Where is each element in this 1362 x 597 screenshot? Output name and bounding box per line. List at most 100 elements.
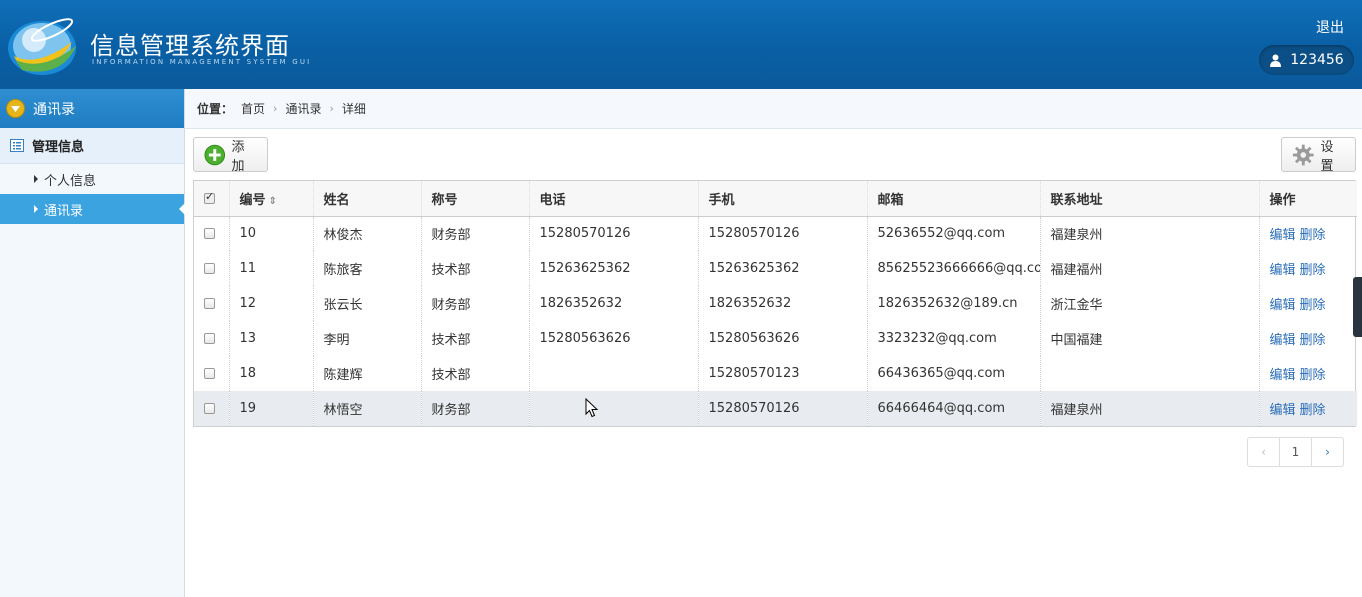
cell-mobile: 15280570126 <box>697 391 867 426</box>
cell-title: 技术部 <box>420 251 529 286</box>
delete-link[interactable]: 删除 <box>1300 403 1326 418</box>
table-row[interactable]: 18 陈建辉 技术部 15280570123 66436365@qq.com 编… <box>194 356 1357 391</box>
cell-phone: 15280563626 <box>528 321 698 356</box>
plus-circle-icon <box>204 144 226 165</box>
mouse-cursor-icon <box>585 398 599 418</box>
table-row[interactable]: 12 张云长 财务部 1826352632 1826352632 1826352… <box>194 286 1357 321</box>
cell-actions: 编辑 删除 <box>1258 356 1357 391</box>
settings-button[interactable]: 设置 <box>1281 137 1356 174</box>
delete-link[interactable]: 删除 <box>1300 298 1326 313</box>
edit-link[interactable]: 编辑 <box>1270 298 1296 313</box>
contacts-table: 编号⇕ 姓名 称号 电话 手机 邮箱 联系地址 操作 10 林俊杰 财务部 15… <box>193 180 1357 427</box>
cell-phone <box>528 356 698 391</box>
cell-email: 3323232@qq.com <box>866 321 1040 356</box>
cell-name: 陈旅客 <box>312 251 421 286</box>
cell-address: 浙江金华 <box>1039 286 1259 321</box>
page-number[interactable]: 1 <box>1279 438 1311 466</box>
cell-id: 10 <box>228 216 313 251</box>
gear-icon <box>1292 144 1314 165</box>
cell-id: 19 <box>228 391 313 426</box>
table-header-row: 编号⇕ 姓名 称号 电话 手机 邮箱 联系地址 操作 <box>194 181 1357 217</box>
select-all-cell[interactable] <box>194 181 229 217</box>
cell-name: 张云长 <box>312 286 421 321</box>
chevron-left-icon[interactable]: ‹ <box>1248 438 1279 466</box>
breadcrumb-contacts[interactable]: 通讯录 <box>285 100 321 117</box>
row-checkbox[interactable] <box>204 403 215 414</box>
list-icon <box>10 139 24 152</box>
sidebar-group[interactable]: 管理信息 <box>0 128 184 164</box>
column-header-phone: 电话 <box>528 181 698 217</box>
cell-mobile: 15280563626 <box>697 321 867 356</box>
column-header-name: 姓名 <box>312 181 421 217</box>
sidebar-item-contacts[interactable]: 通讯录 <box>0 194 185 224</box>
breadcrumb-home[interactable]: 首页 <box>241 100 265 117</box>
breadcrumb: 位置： 首页 › 通讯录 › 详细 <box>185 89 1362 129</box>
chevron-right-icon[interactable]: › <box>1311 438 1343 466</box>
table-row[interactable]: 19 林悟空 财务部 15280570126 66466464@qq.com 福… <box>194 391 1357 426</box>
caret-right-icon <box>34 175 38 183</box>
cell-actions: 编辑 删除 <box>1258 321 1357 356</box>
cell-mobile: 15280570123 <box>697 356 867 391</box>
logo-icon <box>8 18 76 75</box>
table-row[interactable]: 13 李明 技术部 15280563626 15280563626 332323… <box>194 321 1357 356</box>
delete-link[interactable]: 删除 <box>1300 263 1326 278</box>
cell-phone <box>528 391 698 426</box>
cell-name: 李明 <box>312 321 421 356</box>
delete-link[interactable]: 删除 <box>1300 228 1326 243</box>
edit-link[interactable]: 编辑 <box>1270 368 1296 383</box>
row-checkbox[interactable] <box>204 228 215 240</box>
select-all-checkbox[interactable] <box>204 190 215 204</box>
row-checkbox[interactable] <box>204 263 215 274</box>
cell-actions: 编辑 删除 <box>1258 391 1357 426</box>
column-header-actions: 操作 <box>1258 181 1357 217</box>
cell-title: 技术部 <box>420 321 529 356</box>
app-subtitle: INFORMATION MANAGEMENT SYSTEM GUI <box>92 58 312 66</box>
cell-actions: 编辑 删除 <box>1258 251 1357 286</box>
user-badge[interactable]: 123456 <box>1259 45 1354 75</box>
cell-name: 林悟空 <box>312 391 421 426</box>
column-header-address: 联系地址 <box>1039 181 1259 217</box>
sidebar-section-header[interactable]: 通讯录 <box>0 89 184 128</box>
add-button-label: 添加 <box>231 139 245 174</box>
sidebar-section-label: 通讯录 <box>33 101 75 118</box>
row-checkbox[interactable] <box>204 298 215 309</box>
column-header-id[interactable]: 编号 ⇕ <box>228 181 313 217</box>
sort-icon[interactable]: ⇕ <box>269 196 277 207</box>
cell-email: 85625523666666@qq.com <box>866 251 1040 286</box>
chevron-right-icon: › <box>329 102 334 115</box>
logout-link[interactable]: 退出 <box>1316 17 1344 37</box>
edit-link[interactable]: 编辑 <box>1270 263 1296 278</box>
side-dock-tab[interactable] <box>1353 277 1362 337</box>
cell-id: 13 <box>228 321 313 356</box>
settings-button-label: 设置 <box>1320 139 1334 174</box>
edit-link[interactable]: 编辑 <box>1270 333 1296 348</box>
delete-link[interactable]: 删除 <box>1300 368 1326 383</box>
add-button[interactable]: 添加 <box>193 137 268 174</box>
sidebar-item-label: 通讯录 <box>44 203 84 219</box>
cell-address: 福建福州 <box>1039 251 1259 286</box>
cell-name: 陈建辉 <box>312 356 421 391</box>
cell-title: 财务部 <box>420 286 529 321</box>
delete-link[interactable]: 删除 <box>1300 333 1326 348</box>
cell-title: 财务部 <box>420 391 529 426</box>
sidebar-item-personal-info[interactable]: 个人信息 <box>0 164 184 194</box>
cell-title: 财务部 <box>420 216 529 251</box>
column-header-mobile: 手机 <box>697 181 867 217</box>
edit-link[interactable]: 编辑 <box>1270 403 1296 418</box>
table-row[interactable]: 11 陈旅客 技术部 15263625362 15263625362 85625… <box>194 251 1357 286</box>
cell-id: 11 <box>228 251 313 286</box>
cell-email: 66436365@qq.com <box>866 356 1040 391</box>
row-checkbox[interactable] <box>204 368 215 379</box>
row-checkbox[interactable] <box>204 333 215 344</box>
caret-right-icon <box>34 205 38 213</box>
username: 123456 <box>1290 52 1344 68</box>
column-header-title: 称号 <box>420 181 529 217</box>
cell-id: 18 <box>228 356 313 391</box>
cell-mobile: 15280570126 <box>697 216 867 251</box>
app-header: 信息管理系统界面 INFORMATION MANAGEMENT SYSTEM G… <box>0 0 1362 89</box>
breadcrumb-detail: 详细 <box>341 102 366 116</box>
cell-address: 福建泉州 <box>1039 216 1259 251</box>
edit-link[interactable]: 编辑 <box>1270 228 1296 243</box>
sidebar-item-label: 个人信息 <box>44 173 97 189</box>
table-row[interactable]: 10 林俊杰 财务部 15280570126 15280570126 52636… <box>194 216 1357 251</box>
